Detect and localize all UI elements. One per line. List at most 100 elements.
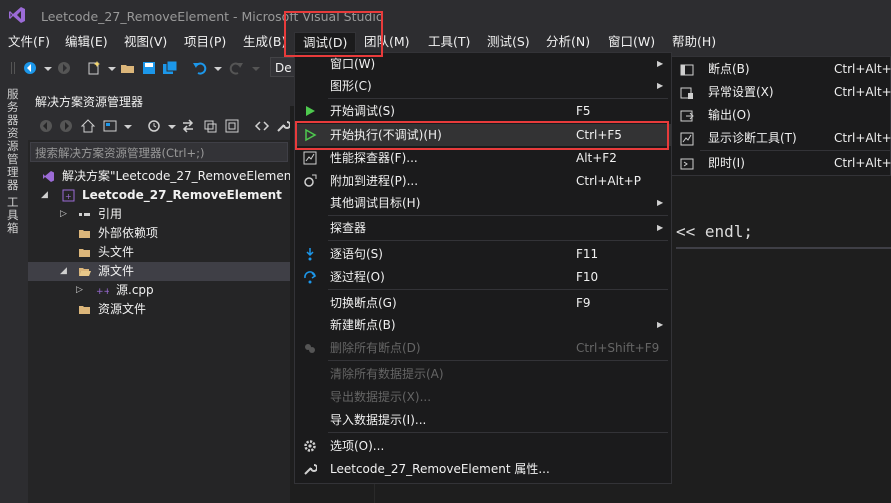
tree-external-dependencies[interactable]: 外部依赖项 bbox=[28, 224, 290, 243]
undo-icon[interactable] bbox=[192, 60, 208, 76]
debug-menu-profiler[interactable]: 探查器 ▶ bbox=[295, 217, 671, 239]
source-files-label: 源文件 bbox=[98, 264, 135, 278]
menu-item-label: 导入数据提示(I)... bbox=[330, 413, 427, 427]
performance-profiler-icon bbox=[303, 151, 317, 165]
wrench-icon bbox=[304, 464, 317, 475]
submenu-item-shortcut: Ctrl+Alt+F2 bbox=[834, 131, 891, 145]
source-cpp-label: 源.cpp bbox=[116, 283, 154, 297]
menu-tools[interactable]: 工具(T) bbox=[428, 32, 470, 52]
visual-studio-logo-icon bbox=[9, 7, 25, 23]
menu-item-shortcut: F10 bbox=[576, 270, 599, 284]
tree-header-files[interactable]: 头文件 bbox=[28, 243, 290, 262]
sync-active-document-icon[interactable] bbox=[180, 118, 196, 134]
tree-references[interactable]: ▷ 引用 bbox=[28, 205, 290, 224]
redo-icon[interactable] bbox=[228, 60, 244, 76]
submenu-item-label: 异常设置(X) bbox=[708, 85, 774, 99]
tree-solution[interactable]: 解决方案"Leetcode_27_RemoveElement"( bbox=[28, 167, 306, 186]
submenu-breakpoints[interactable]: 断点(B) Ctrl+Alt+B bbox=[672, 58, 891, 81]
save-all-icon[interactable] bbox=[162, 60, 178, 76]
debug-menu-export-data-tips: 导出数据提示(X)... bbox=[295, 386, 671, 408]
svg-text:+: + bbox=[65, 192, 72, 201]
debug-menu-new-breakpoint[interactable]: 新建断点(B) ▶ bbox=[295, 314, 671, 336]
tree-resource-files[interactable]: 资源文件 bbox=[28, 300, 290, 319]
submenu-arrow-icon: ▶ bbox=[657, 223, 664, 232]
dropdown-arrow-icon[interactable] bbox=[104, 60, 120, 76]
highlight-start-without-debugging bbox=[295, 121, 669, 150]
dropdown-arrow-icon[interactable] bbox=[210, 60, 226, 76]
dropdown-arrow-icon[interactable] bbox=[40, 60, 56, 76]
expanded-arrow-icon[interactable]: ◢ bbox=[41, 186, 48, 205]
debug-menu-graphics[interactable]: 图形(C) ▶ bbox=[295, 75, 671, 97]
navigate-forward-icon[interactable] bbox=[56, 60, 72, 76]
server-explorer-tab[interactable]: 服务器资源管理器 bbox=[7, 88, 21, 192]
menu-file[interactable]: 文件(F) bbox=[8, 32, 50, 52]
menu-item-shortcut: Ctrl+Alt+P bbox=[576, 174, 641, 188]
menu-item-label: 附加到进程(P)... bbox=[330, 174, 419, 188]
code-text[interactable]: << endl; bbox=[676, 222, 753, 241]
tree-source-files[interactable]: ◢ 源文件 bbox=[28, 262, 290, 281]
menu-help[interactable]: 帮助(H) bbox=[672, 32, 716, 52]
navigate-back-icon[interactable] bbox=[22, 60, 38, 76]
debug-menu-toggle-breakpoint[interactable]: 切换断点(G) F9 bbox=[295, 292, 671, 314]
folder-icon bbox=[79, 249, 90, 257]
menu-edit[interactable]: 编辑(E) bbox=[65, 32, 108, 52]
menu-view[interactable]: 视图(V) bbox=[124, 32, 167, 52]
menu-window[interactable]: 窗口(W) bbox=[608, 32, 655, 52]
tree-project[interactable]: ◢ + Leetcode_27_RemoveElement bbox=[28, 186, 290, 205]
step-over-icon bbox=[304, 271, 317, 284]
collapse-all-icon[interactable] bbox=[224, 118, 240, 134]
debug-menu-other-debug-targets[interactable]: 其他调试目标(H) ▶ bbox=[295, 192, 671, 214]
current-line-indicator bbox=[676, 247, 891, 249]
dropdown-arrow-icon[interactable] bbox=[120, 118, 136, 134]
output-window-icon bbox=[680, 110, 694, 122]
save-icon[interactable] bbox=[141, 60, 157, 76]
switch-views-icon[interactable] bbox=[102, 118, 118, 134]
refresh-icon[interactable] bbox=[202, 118, 218, 134]
menu-separator bbox=[328, 98, 668, 99]
attach-to-process-icon bbox=[304, 174, 317, 187]
new-project-icon[interactable] bbox=[86, 60, 102, 76]
collapsed-arrow-icon[interactable]: ▷ bbox=[76, 281, 83, 300]
submenu-show-diagnostic-tools[interactable]: 显示诊断工具(T) Ctrl+Alt+F2 bbox=[672, 127, 891, 150]
toolbox-tab[interactable]: 工具箱 bbox=[7, 196, 21, 235]
tree-source-cpp[interactable]: ▷ ++ 源.cpp bbox=[28, 281, 290, 300]
forward-icon[interactable] bbox=[58, 118, 74, 134]
submenu-immediate[interactable]: 即时(I) Ctrl+Alt+I bbox=[672, 152, 891, 175]
debug-menu-project-properties[interactable]: Leetcode_27_RemoveElement 属性... bbox=[295, 458, 671, 480]
back-icon[interactable] bbox=[38, 118, 54, 134]
debug-menu-options[interactable]: 选项(O)... bbox=[295, 435, 671, 457]
search-placeholder: 搜索解决方案资源管理器(Ctrl+;) bbox=[35, 146, 205, 160]
menu-item-shortcut: F9 bbox=[576, 296, 591, 310]
view-code-icon[interactable] bbox=[254, 118, 270, 134]
resource-files-label: 资源文件 bbox=[98, 302, 147, 316]
expanded-arrow-icon[interactable]: ◢ bbox=[60, 262, 67, 281]
home-icon[interactable] bbox=[80, 118, 96, 134]
submenu-output[interactable]: 输出(O) bbox=[672, 104, 891, 127]
open-file-icon[interactable] bbox=[120, 60, 136, 76]
menu-build[interactable]: 生成(B) bbox=[243, 32, 286, 52]
pending-changes-filter-icon[interactable] bbox=[146, 118, 162, 134]
debug-menu-import-data-tips[interactable]: 导入数据提示(I)... bbox=[295, 409, 671, 431]
properties-wrench-icon[interactable] bbox=[275, 118, 291, 134]
dropdown-arrow-icon[interactable] bbox=[164, 118, 180, 134]
menu-item-label: 探查器 bbox=[330, 221, 367, 235]
solution-configuration-combo[interactable]: De bbox=[270, 57, 296, 77]
submenu-exception-settings[interactable]: 异常设置(X) Ctrl+Alt+E bbox=[672, 81, 891, 104]
collapsed-arrow-icon[interactable]: ▷ bbox=[60, 205, 67, 224]
dropdown-arrow-icon[interactable] bbox=[248, 60, 264, 76]
breakpoints-window-icon bbox=[680, 64, 694, 76]
debug-menu-start-debugging[interactable]: 开始调试(S) F5 bbox=[295, 100, 671, 122]
folder-icon bbox=[79, 230, 90, 238]
debug-menu-step-into[interactable]: 逐语句(S) F11 bbox=[295, 243, 671, 265]
menu-analyze[interactable]: 分析(N) bbox=[546, 32, 590, 52]
menu-test[interactable]: 测试(S) bbox=[487, 32, 530, 52]
debug-menu-performance-profiler[interactable]: 性能探查器(F)... Alt+F2 bbox=[295, 147, 671, 169]
menu-item-shortcut: F5 bbox=[576, 104, 591, 118]
solution-icon bbox=[43, 171, 54, 182]
debug-menu-step-over[interactable]: 逐过程(O) F10 bbox=[295, 266, 671, 288]
diagnostic-tools-icon bbox=[680, 132, 694, 146]
menu-separator bbox=[328, 360, 668, 361]
menu-project[interactable]: 项目(P) bbox=[184, 32, 226, 52]
debug-menu-attach-to-process[interactable]: 附加到进程(P)... Ctrl+Alt+P bbox=[295, 170, 671, 192]
debug-menu-clear-data-tips: 清除所有数据提示(A) bbox=[295, 363, 671, 385]
